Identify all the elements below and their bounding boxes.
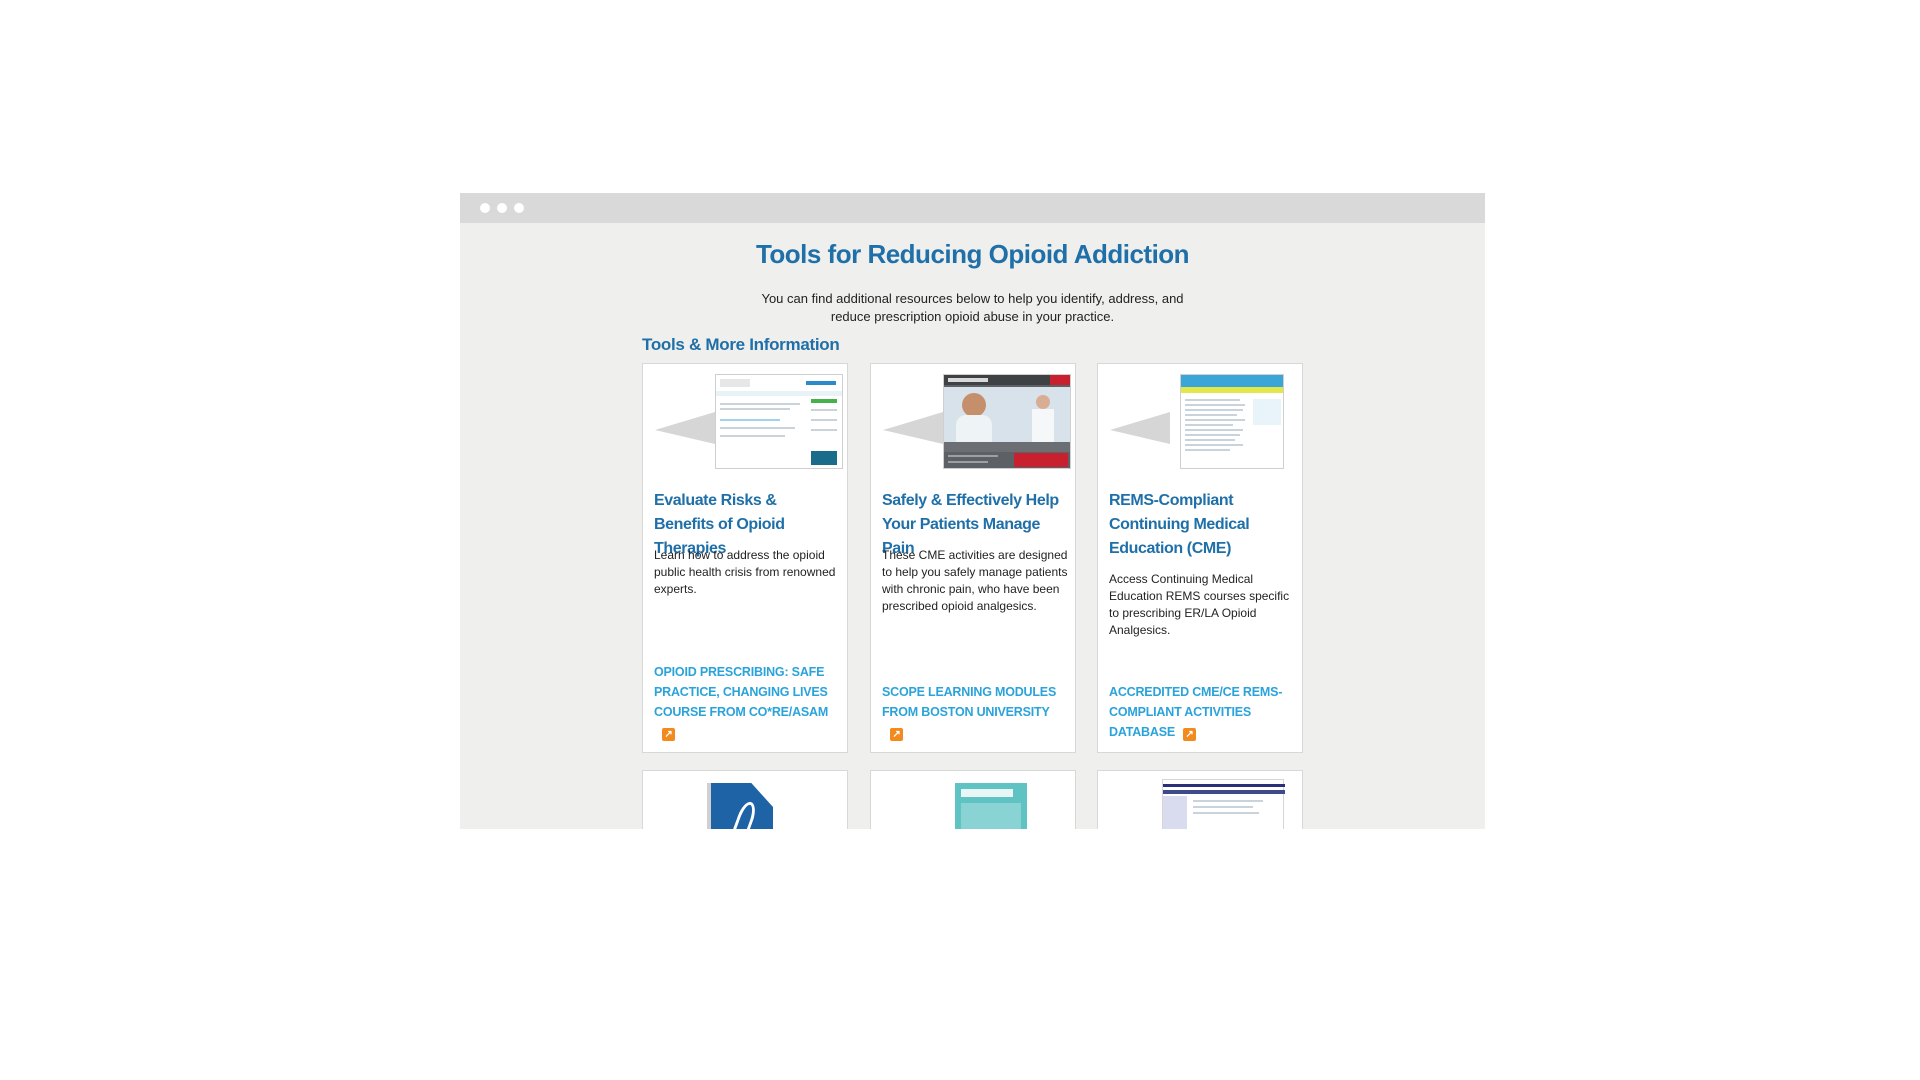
browser-window: Tools for Reducing Opioid Addiction You … bbox=[460, 193, 1485, 829]
course-link[interactable]: OPIOID PRESCRIBING: SAFE PRACTICE, CHANG… bbox=[654, 662, 834, 742]
document-icon bbox=[707, 783, 783, 829]
window-titlebar bbox=[460, 193, 1485, 223]
resource-card: Safely & Effectively Help Your Patients … bbox=[870, 363, 1076, 753]
window-dot-icon bbox=[497, 203, 507, 213]
course-link[interactable]: SCOPE LEARNING MODULES FROM BOSTON UNIVE… bbox=[882, 682, 1062, 742]
card-thumbnail bbox=[653, 374, 843, 469]
resource-card: REMS-Compliant Continuing Medical Educat… bbox=[1097, 363, 1303, 753]
resource-card bbox=[1097, 770, 1303, 829]
window-dot-icon bbox=[514, 203, 524, 213]
intro-text: You can find additional resources below … bbox=[761, 291, 1184, 324]
card-link-label: SCOPE LEARNING MODULES FROM BOSTON UNIVE… bbox=[882, 685, 1057, 719]
external-link-icon: ↗ bbox=[890, 728, 903, 741]
card-description: These CME activities are designed to hel… bbox=[882, 548, 1068, 613]
resource-card: Evaluate Risks & Benefits of Opioid Ther… bbox=[642, 363, 848, 753]
opioid-risk-tool-icon bbox=[955, 783, 1027, 829]
card-title: REMS-Compliant Continuing Medical Educat… bbox=[1109, 492, 1250, 557]
website-screenshot-icon bbox=[1162, 779, 1285, 829]
external-link-icon: ↗ bbox=[1183, 728, 1196, 741]
scope-of-pain-screenshot-icon bbox=[943, 374, 1071, 469]
card-thumbnail bbox=[1108, 374, 1293, 469]
card-thumbnail bbox=[881, 374, 1071, 469]
card-description: Learn how to address the opioid public h… bbox=[654, 548, 836, 596]
rems-document-screenshot-icon bbox=[1180, 374, 1284, 469]
course-link[interactable]: ACCREDITED CME/CE REMS-COMPLIANT ACTIVIT… bbox=[1109, 682, 1289, 742]
resource-card bbox=[642, 770, 848, 829]
website-screenshot-icon bbox=[715, 374, 843, 469]
external-link-icon: ↗ bbox=[662, 728, 675, 741]
card-description: Access Continuing Medical Education REMS… bbox=[1109, 572, 1290, 637]
page-title: Tools for Reducing Opioid Addiction bbox=[755, 239, 1190, 269]
card-link-label: OPIOID PRESCRIBING: SAFE PRACTICE, CHANG… bbox=[654, 665, 829, 719]
window-dot-icon bbox=[480, 203, 490, 213]
section-title: Tools & More Information bbox=[642, 335, 840, 354]
resource-card bbox=[870, 770, 1076, 829]
